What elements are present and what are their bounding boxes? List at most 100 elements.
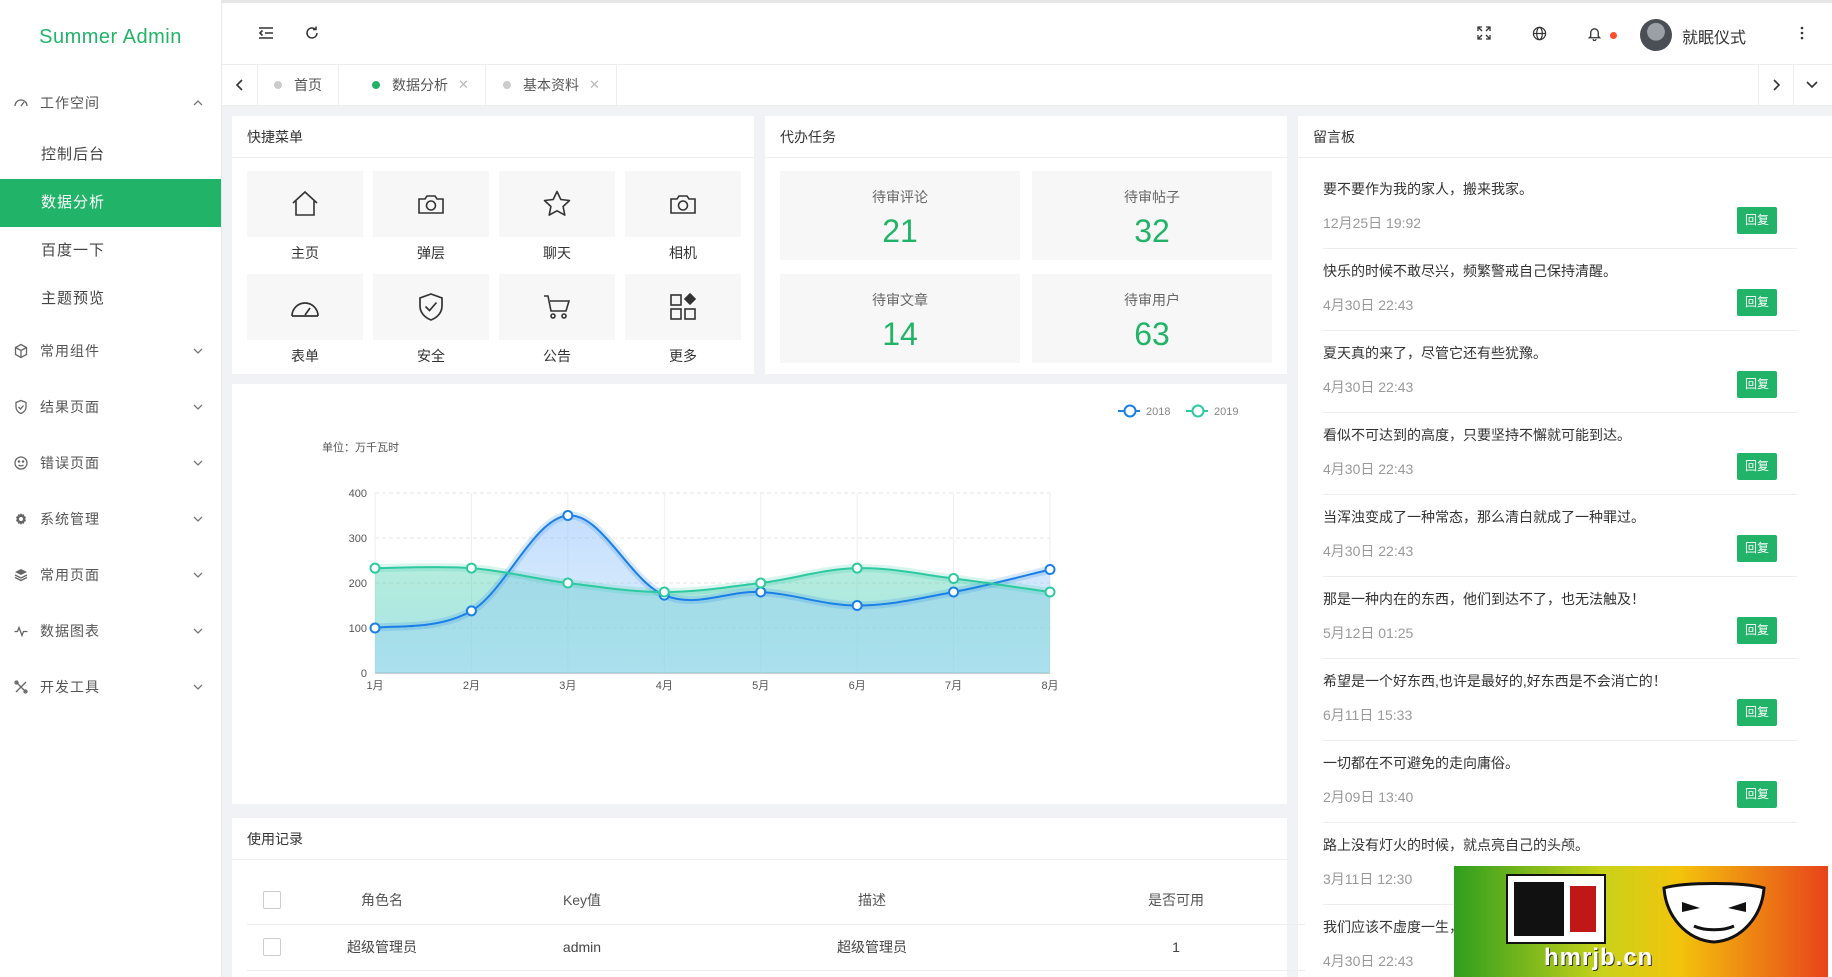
quick-menu-card: 快捷菜单 主页 弹层 聊天 相机 表单 安全 公告 更多 — [232, 116, 754, 374]
site-watermark: hmrjb.cn — [1454, 866, 1828, 977]
menu-group-dev-tools[interactable]: 开发工具 — [0, 659, 221, 715]
more-button[interactable] — [1790, 21, 1814, 45]
quick-menu-popup[interactable]: 弹层 — [373, 171, 489, 264]
reply-button[interactable]: 回复 — [1737, 371, 1777, 398]
message-time: 2月09日 13:40 — [1323, 789, 1414, 805]
quick-menu-more[interactable]: 更多 — [625, 274, 741, 367]
usage-table: 角色名 Key值 描述 是否可用 超级管理员 admin 超级管理员 1 — [247, 876, 1305, 971]
quick-menu-security[interactable]: 安全 — [373, 274, 489, 367]
sidebar-item-data-analysis[interactable]: 数据分析 — [0, 179, 221, 227]
language-button[interactable] — [1527, 21, 1551, 45]
task-label: 待审帖子 — [1124, 189, 1180, 205]
chevron-down-icon — [193, 460, 203, 466]
menu-group-label: 数据图表 — [40, 623, 100, 639]
gauge-icon — [291, 302, 319, 317]
task-label: 待审评论 — [872, 189, 928, 205]
menu-toggle-button[interactable] — [254, 21, 278, 45]
quick-menu-tile[interactable] — [373, 171, 489, 237]
reply-button[interactable]: 回复 — [1737, 289, 1777, 316]
tab-menu-button[interactable] — [1794, 65, 1830, 105]
close-icon[interactable]: ✕ — [589, 77, 600, 93]
close-icon[interactable]: ✕ — [458, 77, 469, 93]
quick-menu-form[interactable]: 表单 — [247, 274, 363, 367]
notification-dot — [1610, 32, 1617, 39]
menu-group-charts[interactable]: 数据图表 — [0, 603, 221, 659]
quick-menu-tile[interactable] — [499, 171, 615, 237]
tab-label: 首页 — [294, 77, 322, 93]
menu-group-workspace[interactable]: 工作空间 — [0, 75, 221, 131]
table-header-row: 角色名 Key值 描述 是否可用 — [247, 876, 1305, 925]
task-pending-posts[interactable]: 待审帖子 32 — [1032, 171, 1272, 260]
menu-group-label: 系统管理 — [40, 511, 100, 527]
message-text: 路上没有灯火的时候，就点亮自己的头颅。 — [1323, 837, 1589, 853]
x-tick-label: 5月 — [752, 680, 769, 692]
column-header[interactable]: 描述 — [697, 876, 1047, 925]
chart-card: 0 100 200 300 400 1月 2月 3月 4月 5月 6月 7月 8月 单位：万千瓦时 2018… — [232, 384, 1287, 804]
chevron-left-icon — [235, 79, 243, 91]
quick-menu-tile[interactable] — [247, 274, 363, 340]
tab-scroll-right-button[interactable] — [1758, 65, 1794, 105]
quick-menu-camera[interactable]: 相机 — [625, 171, 741, 264]
x-tick-label: 6月 — [849, 680, 866, 692]
menu-group-common-pages[interactable]: 常用页面 — [0, 547, 221, 603]
tab-home[interactable]: 首页 — [258, 65, 339, 105]
menu-group-result-pages[interactable]: 结果页面 — [0, 379, 221, 435]
reply-button[interactable]: 回复 — [1737, 617, 1777, 644]
menu-group-label: 错误页面 — [40, 455, 100, 471]
quick-menu-chat[interactable]: 聊天 — [499, 171, 615, 264]
reply-button[interactable]: 回复 — [1737, 699, 1777, 726]
table-row[interactable]: 超级管理员 admin 超级管理员 1 — [247, 924, 1305, 971]
quick-menu-tile[interactable] — [625, 171, 741, 237]
todo-tasks-card: 代办任务 待审评论 21 待审帖子 32 待审文章 14 待审用户 63 — [765, 116, 1287, 374]
indent-icon — [258, 27, 273, 39]
task-pending-users[interactable]: 待审用户 63 — [1032, 274, 1272, 363]
row-checkbox[interactable] — [263, 938, 281, 957]
tab-basic-info[interactable]: 基本资料 ✕ — [487, 65, 617, 105]
quick-menu-tile[interactable] — [373, 274, 489, 340]
refresh-button[interactable] — [300, 21, 324, 45]
reply-button[interactable]: 回复 — [1737, 453, 1777, 480]
message-time: 6月11日 15:33 — [1323, 707, 1413, 723]
task-pending-comments[interactable]: 待审评论 21 — [780, 171, 1020, 260]
data-point — [1044, 564, 1056, 575]
message-item: 当浑浊变成了一种常态，那么清白就成了一种罪过。 4月30日 22:43 回复 — [1323, 495, 1797, 577]
column-header[interactable]: 角色名 — [297, 876, 467, 925]
reply-button[interactable]: 回复 — [1737, 207, 1777, 234]
column-header[interactable]: 是否可用 — [1047, 876, 1305, 925]
task-count: 14 — [882, 316, 918, 352]
menu-group-components[interactable]: 常用组件 — [0, 323, 221, 379]
select-all-checkbox[interactable] — [263, 890, 281, 909]
tab-data-analysis[interactable]: 数据分析 ✕ — [356, 65, 486, 105]
task-pending-articles[interactable]: 待审文章 14 — [780, 274, 1020, 363]
task-count: 63 — [1134, 316, 1170, 352]
quick-menu-home[interactable]: 主页 — [247, 171, 363, 264]
user-name[interactable]: 就眠仪式 — [1682, 24, 1746, 48]
sidebar-item-baidu[interactable]: 百度一下 — [0, 227, 221, 275]
reply-button[interactable]: 回复 — [1737, 781, 1777, 808]
fullscreen-button[interactable] — [1472, 21, 1496, 45]
message-text: 快乐的时候不敢尽兴，频繁警戒自己保持清醒。 — [1323, 263, 1617, 279]
quick-menu-tile[interactable] — [625, 274, 741, 340]
card-title: 使用记录 — [232, 818, 1287, 860]
message-text: 那是一种内在的东西，他们到达不了，也无法触及！ — [1323, 591, 1645, 607]
quick-menu-tile[interactable] — [499, 274, 615, 340]
x-tick-label: 8月 — [1041, 680, 1058, 692]
card-title: 快捷菜单 — [232, 116, 754, 158]
avatar[interactable] — [1640, 19, 1672, 51]
column-header[interactable]: Key值 — [467, 876, 697, 925]
mask-icon — [1662, 882, 1766, 944]
quick-menu-tile[interactable] — [247, 171, 363, 237]
legend-label: 2018 — [1146, 406, 1170, 418]
app-logo[interactable]: Summer Admin — [0, 0, 221, 75]
quick-menu-notice[interactable]: 公告 — [499, 274, 615, 367]
sidebar-item-theme-preview[interactable]: 主题预览 — [0, 275, 221, 323]
menu-group-error-pages[interactable]: 错误页面 — [0, 435, 221, 491]
tab-scroll-left-button[interactable] — [222, 65, 258, 105]
reply-button[interactable]: 回复 — [1737, 535, 1777, 562]
menu-group-system[interactable]: 系统管理 — [0, 491, 221, 547]
task-count: 32 — [1134, 213, 1170, 249]
star-icon — [543, 190, 571, 216]
notification-button[interactable] — [1582, 21, 1606, 45]
more-vertical-icon — [1800, 26, 1804, 40]
sidebar-item-console[interactable]: 控制后台 — [0, 131, 221, 179]
